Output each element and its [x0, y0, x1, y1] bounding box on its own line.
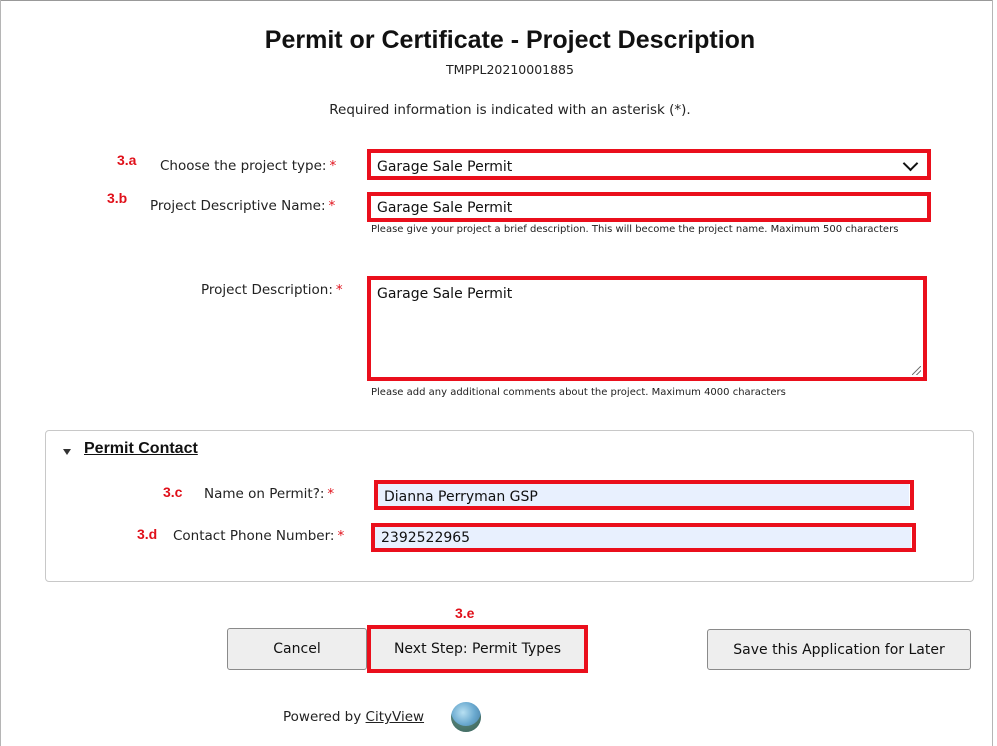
powered-by-text: Powered by: [283, 709, 362, 725]
contact-phone-label-text: Contact Phone Number:: [173, 528, 335, 544]
highlight-box-3b: [367, 192, 931, 222]
required-asterisk: *: [329, 158, 337, 174]
highlight-box-description: [367, 276, 927, 381]
required-asterisk: *: [328, 198, 336, 214]
highlight-box-3c: [374, 480, 914, 510]
application-number: TMPPL20210001885: [446, 62, 574, 77]
required-asterisk: *: [327, 486, 335, 502]
project-type-label-text: Choose the project type:: [160, 158, 327, 174]
cancel-button[interactable]: Cancel: [227, 628, 367, 670]
description-label: Project Description: *: [201, 282, 343, 298]
cityview-logo-icon: [451, 702, 481, 732]
annotation-3e: 3.e: [455, 605, 475, 621]
description-help: Please add any additional comments about…: [371, 387, 786, 398]
annotation-3a: 3.a: [117, 152, 137, 168]
highlight-box-3a: [367, 149, 931, 180]
page-title: Permit or Certificate - Project Descript…: [264, 26, 756, 54]
descriptive-name-label-text: Project Descriptive Name:: [150, 198, 326, 214]
descriptive-name-help: Please give your project a brief descrip…: [371, 224, 899, 235]
highlight-box-3d: [371, 523, 916, 552]
name-on-permit-label-text: Name on Permit?:: [204, 486, 325, 502]
permit-contact-title[interactable]: Permit Contact: [84, 440, 198, 458]
required-note: Required information is indicated with a…: [329, 102, 691, 118]
annotation-3b: 3.b: [107, 190, 128, 206]
required-asterisk: *: [337, 528, 345, 544]
powered-by: Powered by CityView: [283, 709, 424, 725]
annotation-3d: 3.d: [137, 526, 158, 542]
collapse-triangle-icon[interactable]: [63, 449, 71, 455]
annotation-3c: 3.c: [163, 484, 183, 500]
name-on-permit-label: Name on Permit?: *: [204, 486, 334, 502]
next-step-button[interactable]: Next Step: Permit Types: [367, 625, 588, 673]
descriptive-name-label: Project Descriptive Name: *: [150, 198, 335, 214]
project-type-label: Choose the project type: *: [160, 158, 336, 174]
save-for-later-button[interactable]: Save this Application for Later: [707, 629, 971, 670]
cityview-link[interactable]: CityView: [366, 709, 425, 725]
contact-phone-label: Contact Phone Number: *: [173, 528, 344, 544]
description-label-text: Project Description:: [201, 282, 333, 298]
required-asterisk: *: [335, 282, 343, 298]
top-border: [0, 0, 993, 1]
